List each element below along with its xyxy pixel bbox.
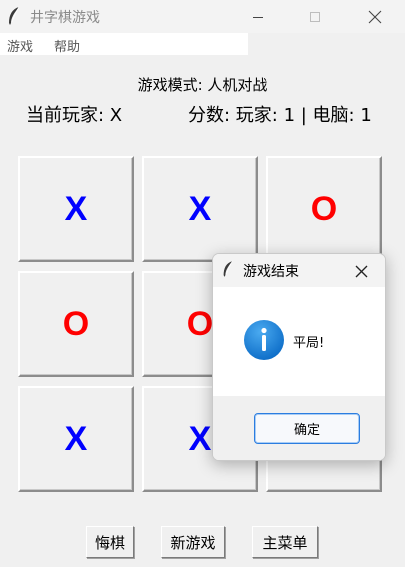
cell-mark: O	[62, 304, 90, 343]
cell-mark: X	[188, 419, 212, 458]
close-button[interactable]	[352, 0, 398, 33]
minimize-button[interactable]	[235, 0, 281, 33]
cell-mark: X	[188, 189, 212, 228]
title-bar: 井字棋游戏	[0, 0, 405, 33]
cell-mark: X	[64, 419, 88, 458]
dialog-body: 平局!	[213, 287, 385, 396]
dialog-footer: 确定	[213, 396, 385, 460]
game-over-dialog: 游戏结束 平局! 确定	[212, 253, 386, 461]
board-cell-2[interactable]: X	[142, 156, 258, 262]
maximize-icon	[310, 11, 320, 22]
board-cell-1[interactable]: X	[18, 156, 134, 262]
menu-game[interactable]: 游戏	[7, 36, 33, 55]
undo-button[interactable]: 悔棋	[86, 526, 134, 558]
dialog-close-button[interactable]	[351, 261, 371, 281]
minimize-icon	[253, 16, 263, 18]
ok-button[interactable]: 确定	[254, 413, 360, 444]
dialog-title: 游戏结束	[243, 264, 299, 280]
menu-bar-background	[0, 33, 248, 55]
current-player-label: 当前玩家: X	[26, 105, 123, 126]
info-icon	[244, 320, 284, 360]
cell-mark: X	[64, 189, 88, 228]
board-cell-7[interactable]: X	[18, 386, 134, 492]
board-cell-4[interactable]: O	[18, 271, 134, 377]
score-label: 分数: 玩家: 1 | 电脑: 1	[188, 105, 372, 126]
close-icon	[368, 10, 382, 23]
menu-bar: 游戏 帮助	[0, 33, 405, 55]
game-mode-label: 游戏模式: 人机对战	[137, 76, 268, 94]
maximize-button[interactable]	[292, 0, 338, 33]
menu-help[interactable]: 帮助	[54, 36, 80, 55]
main-menu-button[interactable]: 主菜单	[252, 526, 318, 558]
window-title: 井字棋游戏	[30, 10, 100, 26]
dialog-message: 平局!	[293, 336, 325, 351]
board-cell-3[interactable]: O	[266, 156, 382, 262]
new-game-button[interactable]: 新游戏	[161, 526, 225, 558]
feather-icon	[9, 6, 20, 25]
cell-mark: O	[186, 304, 214, 343]
dialog-title-bar: 游戏结束	[213, 254, 385, 287]
cell-mark: O	[310, 189, 338, 228]
close-icon	[355, 265, 367, 277]
feather-icon	[223, 260, 233, 277]
